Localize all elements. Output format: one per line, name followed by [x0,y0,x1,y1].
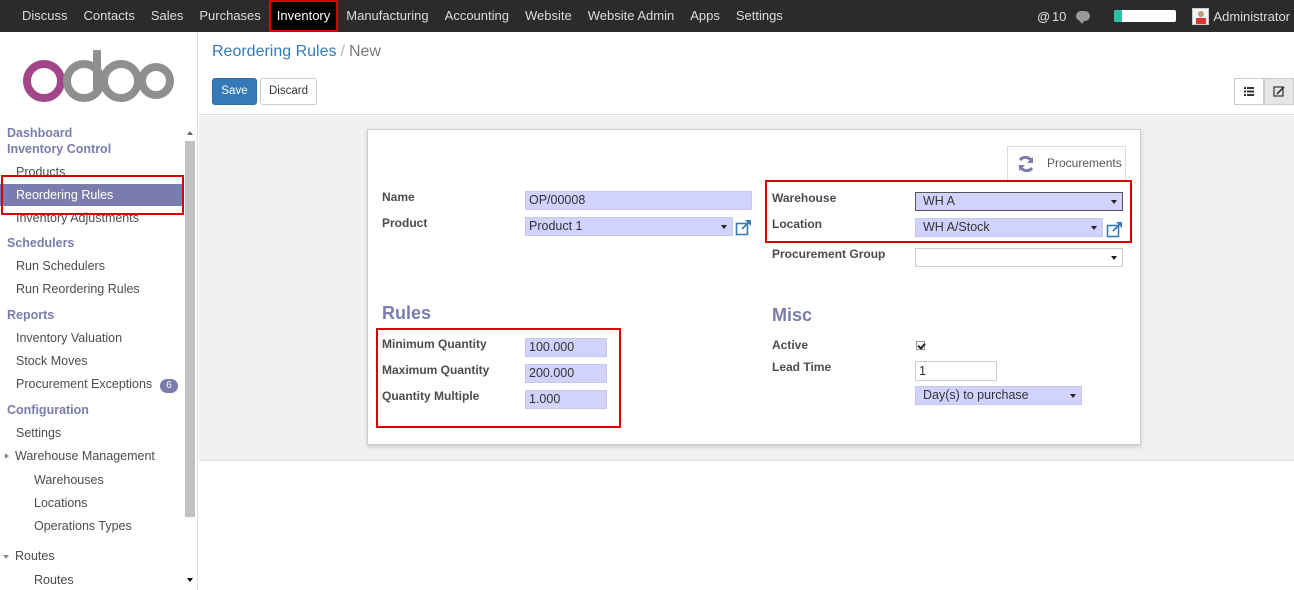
exceptions-count-badge: 6 [160,379,178,393]
lead-type-select[interactable]: Day(s) to purchase [915,386,1082,405]
lead-time-label: Lead Time [772,360,832,374]
scroll-down-icon[interactable] [187,578,193,582]
dropdown-arrow-icon [1070,394,1076,398]
highlight-warehouse-location [765,180,1132,243]
menu-website-admin[interactable]: Website Admin [580,0,682,32]
procurements-button[interactable]: Procurements [1007,146,1126,181]
procurement-group-select[interactable] [915,248,1123,267]
refresh-icon [1018,155,1034,173]
scroll-thumb[interactable] [185,141,195,517]
at-icon: @ [1037,8,1050,24]
sidebar-item-run-reordering-rules[interactable]: Run Reordering Rules [0,282,184,296]
menu-website[interactable]: Website [517,0,580,32]
name-input[interactable]: OP/00008 [525,191,752,210]
save-button[interactable]: Save [212,78,257,105]
highlight-rules [376,328,621,428]
product-value: Product 1 [529,219,583,233]
rules-section-title: Rules [382,303,432,323]
sidebar-head-reports: Reports [7,308,55,322]
caret-right-icon [5,453,9,459]
menu-settings[interactable]: Settings [728,0,791,32]
progress-fill [1114,10,1122,22]
sidebar-item-locations[interactable]: Locations [0,496,184,510]
sidebar-item-warehouse-management[interactable]: Warehouse Management [0,449,184,463]
sidebar-item-procurement-exceptions[interactable]: Procurement Exceptions 6 [0,377,184,393]
sidebar: Dashboard Inventory Control Products Reo… [0,32,198,590]
menu-accounting[interactable]: Accounting [437,0,517,32]
misc-section-title: Misc [772,305,813,325]
sidebar-item-routes-group[interactable]: Routes [0,549,184,563]
progress-bar[interactable] [1114,10,1177,22]
menu-manufacturing[interactable]: Manufacturing [338,0,436,32]
sidebar-head-dashboard[interactable]: Dashboard [7,126,72,140]
sidebar-head-configuration: Configuration [7,403,89,417]
sidebar-item-operations-types[interactable]: Operations Types [0,519,184,533]
odoo-logo [23,50,174,102]
view-switcher [1234,78,1294,105]
sidebar-item-inventory-valuation[interactable]: Inventory Valuation [0,331,184,345]
edit-icon [1273,86,1285,97]
procurement-group-label: Procurement Group [772,247,886,261]
highlight-reordering-rules [1,175,184,215]
lead-time-input[interactable]: 1 [915,361,997,381]
chat-icon[interactable] [1076,11,1091,24]
dropdown-arrow-icon [1111,256,1117,260]
user-avatar[interactable] [1192,7,1210,25]
breadcrumb-current: New [348,43,381,60]
breadcrumb: Reordering Rules / New [212,43,381,61]
sidebar-item-routes[interactable]: Routes [0,573,184,587]
menu-purchases[interactable]: Purchases [191,0,268,32]
external-link-icon[interactable] [735,219,752,236]
form-sheet: Procurements Name OP/00008 Product Produ… [367,129,1141,445]
top-navbar: Discuss Contacts Sales Purchases Invento… [0,0,1294,32]
menu-contacts[interactable]: Contacts [76,0,143,32]
procurements-label: Procurements [1047,156,1122,170]
list-view-button[interactable] [1234,78,1264,105]
discard-button[interactable]: Discard [260,78,317,105]
breadcrumb-separator: / [340,43,345,60]
sidebar-item-warehouses[interactable]: Warehouses [0,473,184,487]
systray: @ 10 Administrator [1037,0,1290,32]
lead-type-value: Day(s) to purchase [923,388,1029,402]
sidebar-head-schedulers: Schedulers [7,236,75,250]
routes-group-label: Routes [15,549,55,563]
form-content-area: Procurements Name OP/00008 Product Produ… [199,116,1294,461]
sidebar-scrollbar[interactable] [184,127,196,590]
breadcrumb-parent[interactable]: Reordering Rules [212,43,337,60]
active-label: Active [772,338,809,352]
mentions-count: 10 [1051,8,1067,24]
scroll-up-icon[interactable] [187,131,193,135]
list-icon [1244,87,1254,96]
dropdown-arrow-icon [721,225,727,229]
mentions-counter[interactable]: @ 10 [1037,9,1066,24]
name-label: Name [382,190,415,204]
sidebar-item-stock-moves[interactable]: Stock Moves [0,354,184,368]
product-select[interactable]: Product 1 [525,217,733,236]
control-panel: Reordering Rules / New Save Discard [199,32,1294,115]
user-menu[interactable]: Administrator [1213,9,1290,24]
sidebar-item-settings[interactable]: Settings [0,426,184,440]
menu-sales[interactable]: Sales [143,0,192,32]
warehouse-management-label: Warehouse Management [15,449,155,463]
sidebar-item-run-schedulers[interactable]: Run Schedulers [0,259,184,273]
menu-apps[interactable]: Apps [682,0,728,32]
menu-inventory[interactable]: Inventory [268,0,339,32]
sidebar-item-inventory-adjustments[interactable]: Inventory Adjustments [0,211,184,225]
active-checkbox[interactable] [916,341,925,350]
app-menu: Discuss Contacts Sales Purchases Invento… [14,0,791,32]
sidebar-head-inventory-control: Inventory Control [7,142,112,156]
menu-discuss[interactable]: Discuss [14,0,76,32]
caret-down-icon [3,555,9,559]
procurement-exceptions-label: Procurement Exceptions [16,377,153,391]
product-label: Product [382,216,428,230]
form-view-button[interactable] [1264,78,1294,105]
